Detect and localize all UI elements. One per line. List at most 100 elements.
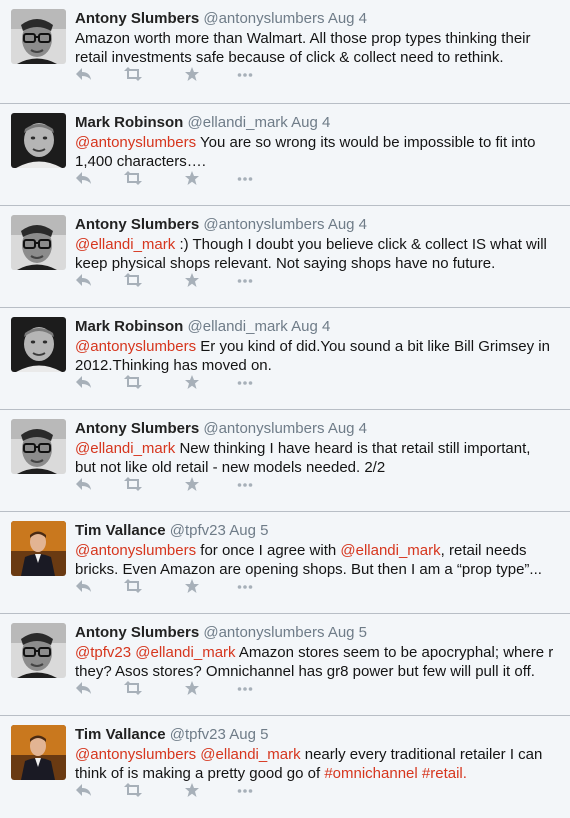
retweet-icon[interactable] — [123, 578, 143, 596]
tweet-header: Antony Slumbers @antonyslumbers Aug 4 — [75, 10, 367, 28]
tweet-text: @antonyslumbers @ellandi_mark nearly eve… — [75, 745, 555, 783]
more-icon[interactable] — [237, 272, 257, 290]
tweet-date[interactable]: Aug 4 — [328, 216, 367, 233]
avatar[interactable] — [11, 113, 66, 168]
author-handle[interactable]: @antonyslumbers — [203, 10, 324, 27]
mention-link[interactable]: @ellandi_mark — [75, 440, 175, 457]
avatar-image — [11, 623, 66, 678]
tweet-header: Antony Slumbers @antonyslumbers Aug 4 — [75, 420, 367, 438]
retweet-icon[interactable] — [123, 272, 143, 290]
tweet-text-segment: for once I agree with — [196, 542, 341, 559]
reply-icon[interactable] — [75, 782, 95, 800]
retweet-icon[interactable] — [123, 782, 143, 800]
retweet-icon[interactable] — [123, 680, 143, 698]
author-handle[interactable]: @ellandi_mark — [188, 114, 288, 131]
avatar[interactable] — [11, 317, 66, 372]
favorite-icon[interactable] — [184, 170, 204, 188]
author-handle[interactable]: @antonyslumbers — [203, 420, 324, 437]
author-handle[interactable]: @tpfv23 — [170, 726, 226, 743]
avatar[interactable] — [11, 215, 66, 270]
tweet: Antony Slumbers @antonyslumbers Aug 4 @e… — [0, 410, 570, 512]
avatar[interactable] — [11, 9, 66, 64]
author-handle[interactable]: @tpfv23 — [170, 522, 226, 539]
retweet-icon[interactable] — [123, 170, 143, 188]
mention-link[interactable]: @antonyslumbers — [75, 338, 196, 355]
favorite-icon[interactable] — [184, 680, 204, 698]
tweet-date[interactable]: Aug 4 — [291, 114, 330, 131]
more-icon[interactable] — [237, 476, 257, 494]
avatar-image — [11, 113, 66, 168]
hashtag-link[interactable]: #retail. — [422, 765, 467, 782]
mention-link[interactable]: @antonyslumbers — [75, 746, 196, 763]
tweet-header: Tim Vallance @tpfv23 Aug 5 — [75, 522, 268, 540]
favorite-icon[interactable] — [184, 578, 204, 596]
avatar-image — [11, 521, 66, 576]
author-name[interactable]: Antony Slumbers — [75, 216, 199, 233]
tweet-date[interactable]: Aug 5 — [229, 522, 268, 539]
tweet: Antony Slumbers @antonyslumbers Aug 4 Am… — [0, 0, 570, 104]
reply-icon[interactable] — [75, 170, 95, 188]
tweet-date[interactable]: Aug 4 — [328, 420, 367, 437]
tweet-text: @antonyslumbers You are so wrong its wou… — [75, 133, 555, 171]
author-name[interactable]: Antony Slumbers — [75, 420, 199, 437]
tweet-text: @antonyslumbers for once I agree with @e… — [75, 541, 555, 579]
author-handle[interactable]: @ellandi_mark — [188, 318, 288, 335]
more-icon[interactable] — [237, 578, 257, 596]
tweet: Antony Slumbers @antonyslumbers Aug 4 @e… — [0, 206, 570, 308]
author-handle[interactable]: @antonyslumbers — [203, 624, 324, 641]
tweet: Tim Vallance @tpfv23 Aug 5 @antonyslumbe… — [0, 716, 570, 818]
mention-link[interactable]: @antonyslumbers — [75, 134, 196, 151]
more-icon[interactable] — [237, 170, 257, 188]
tweet: Tim Vallance @tpfv23 Aug 5 @antonyslumbe… — [0, 512, 570, 614]
more-icon[interactable] — [237, 374, 257, 392]
author-name[interactable]: Mark Robinson — [75, 114, 183, 131]
hashtag-link[interactable]: #omnichannel — [324, 765, 417, 782]
avatar[interactable] — [11, 725, 66, 780]
reply-icon[interactable] — [75, 680, 95, 698]
tweet: Mark Robinson @ellandi_mark Aug 4 @anton… — [0, 104, 570, 206]
tweet-date[interactable]: Aug 5 — [328, 624, 367, 641]
tweet-text: Amazon worth more than Walmart. All thos… — [75, 29, 555, 67]
tweet-text: @tpfv23 @ellandi_mark Amazon stores seem… — [75, 643, 555, 681]
mention-link[interactable]: @antonyslumbers — [75, 542, 196, 559]
avatar[interactable] — [11, 521, 66, 576]
tweet-date[interactable]: Aug 4 — [328, 10, 367, 27]
favorite-icon[interactable] — [184, 476, 204, 494]
tweet-date[interactable]: Aug 4 — [291, 318, 330, 335]
author-name[interactable]: Mark Robinson — [75, 318, 183, 335]
author-name[interactable]: Antony Slumbers — [75, 624, 199, 641]
favorite-icon[interactable] — [184, 272, 204, 290]
more-icon[interactable] — [237, 66, 257, 84]
avatar[interactable] — [11, 419, 66, 474]
favorite-icon[interactable] — [184, 374, 204, 392]
reply-icon[interactable] — [75, 476, 95, 494]
reply-icon[interactable] — [75, 66, 95, 84]
mention-link[interactable]: @tpfv23 — [75, 644, 131, 661]
mention-link[interactable]: @ellandi_mark — [135, 644, 235, 661]
mention-link[interactable]: @ellandi_mark — [200, 746, 300, 763]
reply-icon[interactable] — [75, 578, 95, 596]
retweet-icon[interactable] — [123, 374, 143, 392]
more-icon[interactable] — [237, 782, 257, 800]
author-name[interactable]: Antony Slumbers — [75, 10, 199, 27]
avatar-image — [11, 215, 66, 270]
tweet-date[interactable]: Aug 5 — [229, 726, 268, 743]
retweet-icon[interactable] — [123, 476, 143, 494]
author-name[interactable]: Tim Vallance — [75, 726, 166, 743]
author-name[interactable]: Tim Vallance — [75, 522, 166, 539]
avatar-image — [11, 317, 66, 372]
reply-icon[interactable] — [75, 374, 95, 392]
favorite-icon[interactable] — [184, 782, 204, 800]
mention-link[interactable]: @ellandi_mark — [340, 542, 440, 559]
tweet-text: @ellandi_mark :) Though I doubt you beli… — [75, 235, 555, 273]
tweet: Antony Slumbers @antonyslumbers Aug 5 @t… — [0, 614, 570, 716]
mention-link[interactable]: @ellandi_mark — [75, 236, 175, 253]
favorite-icon[interactable] — [184, 66, 204, 84]
more-icon[interactable] — [237, 680, 257, 698]
retweet-icon[interactable] — [123, 66, 143, 84]
author-handle[interactable]: @antonyslumbers — [203, 216, 324, 233]
avatar[interactable] — [11, 623, 66, 678]
reply-icon[interactable] — [75, 272, 95, 290]
avatar-image — [11, 419, 66, 474]
tweet-header: Mark Robinson @ellandi_mark Aug 4 — [75, 318, 330, 336]
